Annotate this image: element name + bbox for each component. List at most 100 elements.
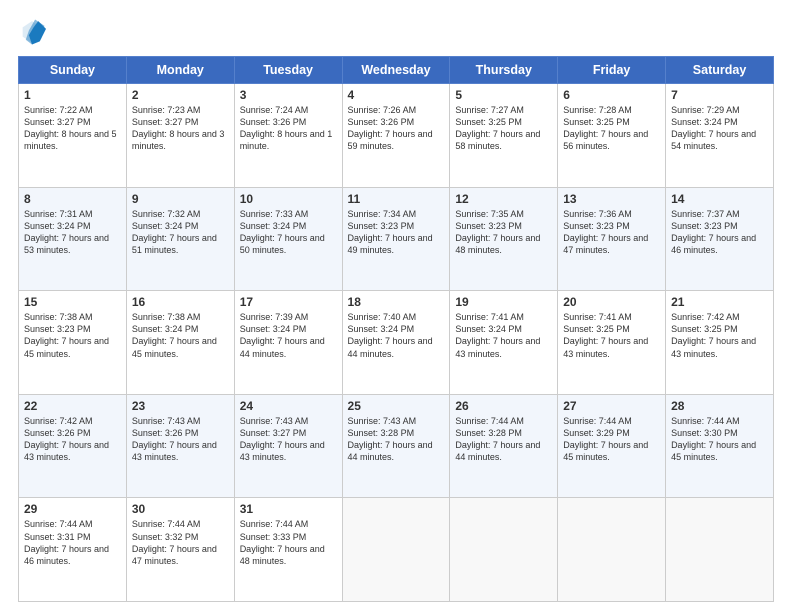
calendar-weekday-friday: Friday <box>558 57 666 84</box>
day-info: Sunrise: 7:41 AMSunset: 3:24 PMDaylight:… <box>455 311 552 360</box>
calendar-week-row: 1 Sunrise: 7:22 AMSunset: 3:27 PMDaylight… <box>19 84 774 188</box>
logo-icon <box>18 18 46 46</box>
day-number: 28 <box>671 399 768 413</box>
calendar-cell: 12Sunrise: 7:35 AMSunset: 3:23 PMDayligh… <box>450 187 558 291</box>
calendar-weekday-tuesday: Tuesday <box>234 57 342 84</box>
day-info: Sunrise: 7:43 AMSunset: 3:28 PMDaylight:… <box>348 415 445 464</box>
calendar-week-row: 29 Sunrise: 7:44 AMSunset: 3:31 PMDayligh… <box>19 498 774 602</box>
day-number: 5 <box>455 88 552 102</box>
calendar-cell: 7 Sunrise: 7:29 AMSunset: 3:24 PMDaylight… <box>666 84 774 188</box>
calendar-week-row: 22Sunrise: 7:42 AMSunset: 3:26 PMDayligh… <box>19 394 774 498</box>
calendar-cell: 30 Sunrise: 7:44 AMSunset: 3:32 PMDayligh… <box>126 498 234 602</box>
day-info: Sunrise: 7:24 AMSunset: 3:26 PMDaylight:… <box>240 104 337 153</box>
day-info: Sunrise: 7:26 AMSunset: 3:26 PMDaylight:… <box>348 104 445 153</box>
calendar-cell: 27 Sunrise: 7:44 AMSunset: 3:29 PMDayligh… <box>558 394 666 498</box>
calendar-week-row: 8Sunrise: 7:31 AMSunset: 3:24 PMDaylight… <box>19 187 774 291</box>
calendar-weekday-sunday: Sunday <box>19 57 127 84</box>
day-number: 26 <box>455 399 552 413</box>
calendar-weekday-thursday: Thursday <box>450 57 558 84</box>
calendar-cell <box>666 498 774 602</box>
day-number: 10 <box>240 192 337 206</box>
day-number: 20 <box>563 295 660 309</box>
calendar-cell: 24 Sunrise: 7:43 AMSunset: 3:27 PMDayligh… <box>234 394 342 498</box>
calendar-cell: 29 Sunrise: 7:44 AMSunset: 3:31 PMDayligh… <box>19 498 127 602</box>
day-number: 6 <box>563 88 660 102</box>
day-info: Sunrise: 7:37 AMSunset: 3:23 PMDaylight:… <box>671 208 768 257</box>
day-number: 29 <box>24 502 121 516</box>
calendar-table: SundayMondayTuesdayWednesdayThursdayFrid… <box>18 56 774 602</box>
day-number: 14 <box>671 192 768 206</box>
calendar-cell: 2 Sunrise: 7:23 AMSunset: 3:27 PMDaylight… <box>126 84 234 188</box>
header <box>18 18 774 46</box>
day-number: 7 <box>671 88 768 102</box>
day-info: Sunrise: 7:23 AMSunset: 3:27 PMDaylight:… <box>132 104 229 153</box>
day-info: Sunrise: 7:39 AMSunset: 3:24 PMDaylight:… <box>240 311 337 360</box>
day-number: 31 <box>240 502 337 516</box>
day-number: 1 <box>24 88 121 102</box>
calendar-weekday-saturday: Saturday <box>666 57 774 84</box>
calendar-cell: 22Sunrise: 7:42 AMSunset: 3:26 PMDayligh… <box>19 394 127 498</box>
day-number: 21 <box>671 295 768 309</box>
day-number: 3 <box>240 88 337 102</box>
calendar-cell: 8Sunrise: 7:31 AMSunset: 3:24 PMDaylight… <box>19 187 127 291</box>
day-number: 22 <box>24 399 121 413</box>
calendar-cell: 28Sunrise: 7:44 AMSunset: 3:30 PMDayligh… <box>666 394 774 498</box>
calendar-cell: 26 Sunrise: 7:44 AMSunset: 3:28 PMDayligh… <box>450 394 558 498</box>
calendar-cell: 31 Sunrise: 7:44 AMSunset: 3:33 PMDayligh… <box>234 498 342 602</box>
calendar-week-row: 15 Sunrise: 7:38 AMSunset: 3:23 PMDayligh… <box>19 291 774 395</box>
day-info: Sunrise: 7:22 AMSunset: 3:27 PMDaylight:… <box>24 104 121 153</box>
calendar-cell: 19 Sunrise: 7:41 AMSunset: 3:24 PMDayligh… <box>450 291 558 395</box>
day-number: 13 <box>563 192 660 206</box>
calendar-weekday-monday: Monday <box>126 57 234 84</box>
day-info: Sunrise: 7:43 AMSunset: 3:26 PMDaylight:… <box>132 415 229 464</box>
day-info: Sunrise: 7:38 AMSunset: 3:24 PMDaylight:… <box>132 311 229 360</box>
day-number: 16 <box>132 295 229 309</box>
day-number: 19 <box>455 295 552 309</box>
calendar-cell: 11 Sunrise: 7:34 AMSunset: 3:23 PMDayligh… <box>342 187 450 291</box>
day-info: Sunrise: 7:44 AMSunset: 3:31 PMDaylight:… <box>24 518 121 567</box>
day-info: Sunrise: 7:29 AMSunset: 3:24 PMDaylight:… <box>671 104 768 153</box>
day-info: Sunrise: 7:42 AMSunset: 3:25 PMDaylight:… <box>671 311 768 360</box>
calendar-cell: 14 Sunrise: 7:37 AMSunset: 3:23 PMDayligh… <box>666 187 774 291</box>
day-info: Sunrise: 7:31 AMSunset: 3:24 PMDaylight:… <box>24 208 121 257</box>
calendar-cell <box>342 498 450 602</box>
day-info: Sunrise: 7:44 AMSunset: 3:33 PMDaylight:… <box>240 518 337 567</box>
day-number: 17 <box>240 295 337 309</box>
day-info: Sunrise: 7:44 AMSunset: 3:29 PMDaylight:… <box>563 415 660 464</box>
day-number: 15 <box>24 295 121 309</box>
day-number: 9 <box>132 192 229 206</box>
day-info: Sunrise: 7:43 AMSunset: 3:27 PMDaylight:… <box>240 415 337 464</box>
calendar-cell: 18Sunrise: 7:40 AMSunset: 3:24 PMDayligh… <box>342 291 450 395</box>
day-number: 30 <box>132 502 229 516</box>
page: SundayMondayTuesdayWednesdayThursdayFrid… <box>0 0 792 612</box>
day-number: 12 <box>455 192 552 206</box>
day-info: Sunrise: 7:44 AMSunset: 3:32 PMDaylight:… <box>132 518 229 567</box>
day-number: 27 <box>563 399 660 413</box>
calendar-cell: 6 Sunrise: 7:28 AMSunset: 3:25 PMDaylight… <box>558 84 666 188</box>
day-info: Sunrise: 7:38 AMSunset: 3:23 PMDaylight:… <box>24 311 121 360</box>
calendar-cell: 25 Sunrise: 7:43 AMSunset: 3:28 PMDayligh… <box>342 394 450 498</box>
day-number: 25 <box>348 399 445 413</box>
day-number: 24 <box>240 399 337 413</box>
calendar-cell: 9Sunrise: 7:32 AMSunset: 3:24 PMDaylight… <box>126 187 234 291</box>
calendar-cell <box>450 498 558 602</box>
day-number: 11 <box>348 192 445 206</box>
calendar-cell: 10 Sunrise: 7:33 AMSunset: 3:24 PMDayligh… <box>234 187 342 291</box>
calendar-cell: 5 Sunrise: 7:27 AMSunset: 3:25 PMDaylight… <box>450 84 558 188</box>
calendar-header-row: SundayMondayTuesdayWednesdayThursdayFrid… <box>19 57 774 84</box>
day-info: Sunrise: 7:28 AMSunset: 3:25 PMDaylight:… <box>563 104 660 153</box>
day-info: Sunrise: 7:34 AMSunset: 3:23 PMDaylight:… <box>348 208 445 257</box>
calendar-cell: 21 Sunrise: 7:42 AMSunset: 3:25 PMDayligh… <box>666 291 774 395</box>
calendar-cell: 3 Sunrise: 7:24 AMSunset: 3:26 PMDaylight… <box>234 84 342 188</box>
calendar-cell: 13Sunrise: 7:36 AMSunset: 3:23 PMDayligh… <box>558 187 666 291</box>
calendar-cell: 1 Sunrise: 7:22 AMSunset: 3:27 PMDaylight… <box>19 84 127 188</box>
day-info: Sunrise: 7:41 AMSunset: 3:25 PMDaylight:… <box>563 311 660 360</box>
day-info: Sunrise: 7:27 AMSunset: 3:25 PMDaylight:… <box>455 104 552 153</box>
day-number: 2 <box>132 88 229 102</box>
calendar-cell: 20 Sunrise: 7:41 AMSunset: 3:25 PMDayligh… <box>558 291 666 395</box>
calendar-cell: 23Sunrise: 7:43 AMSunset: 3:26 PMDayligh… <box>126 394 234 498</box>
calendar-cell <box>558 498 666 602</box>
day-info: Sunrise: 7:33 AMSunset: 3:24 PMDaylight:… <box>240 208 337 257</box>
calendar-cell: 16 Sunrise: 7:38 AMSunset: 3:24 PMDayligh… <box>126 291 234 395</box>
day-info: Sunrise: 7:44 AMSunset: 3:28 PMDaylight:… <box>455 415 552 464</box>
